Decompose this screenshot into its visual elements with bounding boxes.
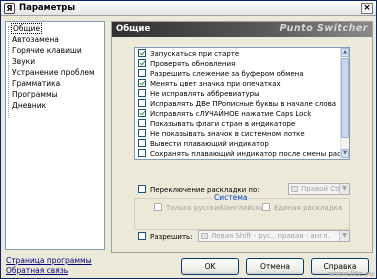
option-clipboard-tracking[interactable]: Разрешить слежение за буфером обмена xyxy=(138,69,304,79)
checkbox[interactable] xyxy=(138,185,146,193)
chevron-down-icon[interactable]: ▼ xyxy=(339,184,349,194)
keyboard-icon xyxy=(201,233,208,239)
settings-nav-tree: Общие Автозамена Горячие клавиши Звуки У… xyxy=(5,21,105,250)
checkbox[interactable] xyxy=(138,232,146,240)
checkbox[interactable] xyxy=(138,79,146,87)
checkbox[interactable] xyxy=(138,139,146,147)
switch-key-select[interactable]: Правой Ctrl ▼ xyxy=(288,183,350,195)
program-page-link[interactable]: Страница программы xyxy=(6,256,92,265)
option-keep-floating-indicator[interactable]: Сохранять плавающий индикатор после смен… xyxy=(138,149,349,159)
punto-switcher-icon: Я xyxy=(4,3,15,14)
brand-logo: Punto Switcher xyxy=(279,23,368,34)
scroll-down-arrow-icon[interactable]: ▼ xyxy=(341,149,349,158)
option-icon-color-typo[interactable]: Менять цвет значка при опечатках xyxy=(138,79,281,89)
cancel-button[interactable]: Отмена xyxy=(246,258,304,275)
checkbox[interactable] xyxy=(154,203,162,211)
window-title: Параметры xyxy=(19,3,76,13)
nav-item-general[interactable]: Общие xyxy=(10,23,43,34)
checkbox[interactable] xyxy=(262,203,270,211)
option-hide-tray-icon[interactable]: Не показывать значок в системном лотке xyxy=(138,129,305,139)
panel-header: Общие Punto Switcher xyxy=(112,22,372,37)
option-autostart[interactable]: Запускаться при старте xyxy=(138,49,239,59)
nav-item-grammar[interactable]: Грамматика xyxy=(12,79,60,88)
checkbox[interactable] xyxy=(138,49,146,57)
single-layout-option[interactable]: Единая раскладка xyxy=(262,203,342,213)
checkbox[interactable] xyxy=(138,69,146,77)
option-check-updates[interactable]: Проверять обновления xyxy=(138,59,235,69)
keyboard-icon xyxy=(291,186,298,192)
watermark: www.lite.ru xyxy=(328,270,374,278)
nav-item-troubleshooting[interactable]: Устранение проблем xyxy=(12,68,95,77)
checkbox[interactable] xyxy=(138,149,146,157)
checkbox[interactable] xyxy=(138,119,146,127)
option-fix-caps-lock[interactable]: Исправлять сЛУЧАЙНОЕ нажатие Caps Lock xyxy=(138,109,311,119)
tree-line xyxy=(8,26,9,118)
nav-item-sounds[interactable]: Звуки xyxy=(12,57,35,66)
nav-item-programs[interactable]: Программы xyxy=(12,90,58,99)
checkbox[interactable] xyxy=(138,89,146,97)
only-ru-en-option[interactable]: Только русский/английский xyxy=(154,203,269,213)
scroll-thumb[interactable] xyxy=(341,58,349,138)
ok-button[interactable]: OK xyxy=(181,258,239,275)
title-bar: Я Параметры × xyxy=(1,1,376,16)
option-no-fix-abbreviations[interactable]: Не исправлять аббревиатуры xyxy=(138,89,260,99)
option-show-flags[interactable]: Показывать флаги стран в индикаторе xyxy=(138,119,295,129)
scroll-up-arrow-icon[interactable]: ▲ xyxy=(341,48,349,57)
options-list: Запускаться при старте Проверять обновле… xyxy=(134,47,350,160)
general-panel: Общие Punto Switcher Запускаться при ста… xyxy=(111,21,373,253)
close-button[interactable]: × xyxy=(361,3,373,14)
nav-item-diary[interactable]: Дневник xyxy=(12,101,46,110)
nav-item-hotkeys[interactable]: Горячие клавиши xyxy=(12,46,82,55)
feedback-link[interactable]: Обратная связь xyxy=(6,266,68,275)
chevron-down-icon[interactable]: ▼ xyxy=(339,231,349,241)
checkbox[interactable] xyxy=(138,59,146,67)
allow-option[interactable]: Разрешить: xyxy=(138,232,193,242)
options-scrollbar[interactable]: ▲ ▼ xyxy=(340,48,349,159)
panel-title: Общие xyxy=(116,24,151,34)
option-fix-two-capitals[interactable]: Исправлять ДВе ПРописные буквы в начале … xyxy=(138,99,336,109)
checkbox[interactable] xyxy=(138,99,146,107)
switch-layout-option[interactable]: Переключение раскладки по: xyxy=(138,185,260,195)
settings-window: Я Параметры × Общие Автозамена Горячие к… xyxy=(0,0,377,279)
checkbox[interactable] xyxy=(138,109,146,117)
allow-shift-select[interactable]: Левая Shift - рус., правая - англ. ▼ xyxy=(198,230,350,242)
checkbox[interactable] xyxy=(138,129,146,137)
option-floating-indicator[interactable]: Вывести плавающий индикатор xyxy=(138,139,269,149)
nav-item-autoreplace[interactable]: Автозамена xyxy=(12,35,59,44)
